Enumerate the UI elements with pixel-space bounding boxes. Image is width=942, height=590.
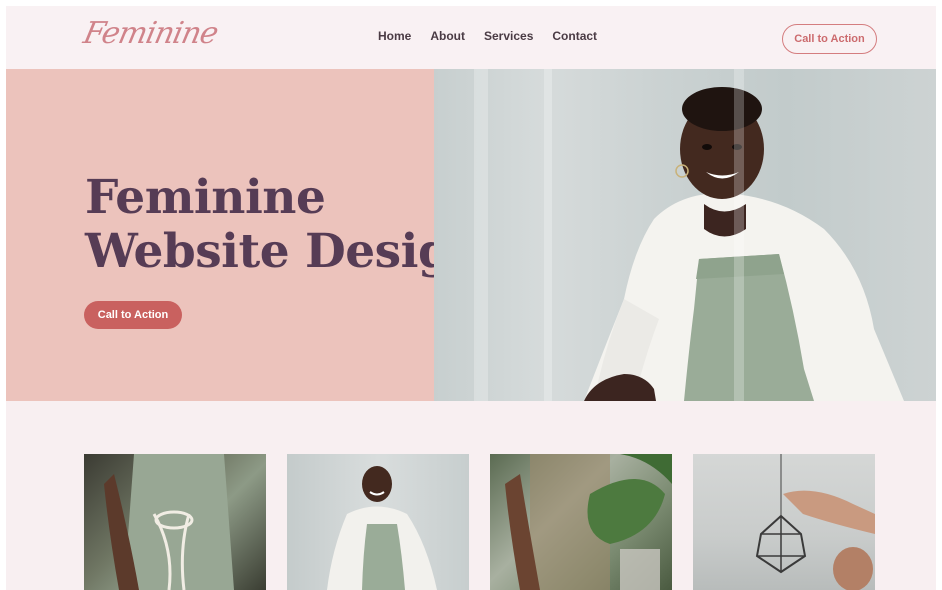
woman-illustration	[584, 87, 904, 401]
nav-home[interactable]: Home	[378, 29, 411, 43]
hero-title-line-2: Website Design	[85, 224, 485, 279]
gallery-image-apron[interactable]	[84, 454, 266, 590]
curtain-fold	[734, 69, 744, 401]
header-cta-button[interactable]: Call to Action	[782, 24, 877, 54]
site-logo[interactable]: Feminine	[80, 16, 220, 51]
curtain-fold	[474, 69, 488, 401]
gallery-image-plant[interactable]	[490, 454, 672, 590]
nav-services[interactable]: Services	[484, 29, 533, 43]
hero-title: Feminine Website Design	[85, 170, 485, 279]
hero-photo	[434, 69, 936, 401]
nav-contact[interactable]: Contact	[552, 29, 597, 43]
image-gallery	[84, 454, 875, 590]
plant-pot-icon	[505, 454, 672, 590]
apron-torso-icon	[104, 454, 234, 590]
woman-kneeling-icon	[327, 466, 437, 590]
pendant-lamp-icon	[755, 454, 875, 590]
curtain-fold	[544, 69, 552, 401]
site-header: Feminine Home About Services Contact Cal…	[6, 6, 936, 69]
hero-text-panel: Feminine Website Design Call to Action	[6, 69, 485, 401]
main-nav: Home About Services Contact	[378, 29, 597, 43]
gallery-image-lamp[interactable]	[693, 454, 875, 590]
hero-title-line-1: Feminine	[85, 170, 326, 225]
hero-section: Feminine Website Design Call to Action	[6, 69, 936, 401]
hero-cta-button[interactable]: Call to Action	[84, 301, 182, 329]
gallery-image-woman[interactable]	[287, 454, 469, 590]
website-frame: Feminine Home About Services Contact Cal…	[6, 6, 936, 590]
nav-about[interactable]: About	[430, 29, 465, 43]
